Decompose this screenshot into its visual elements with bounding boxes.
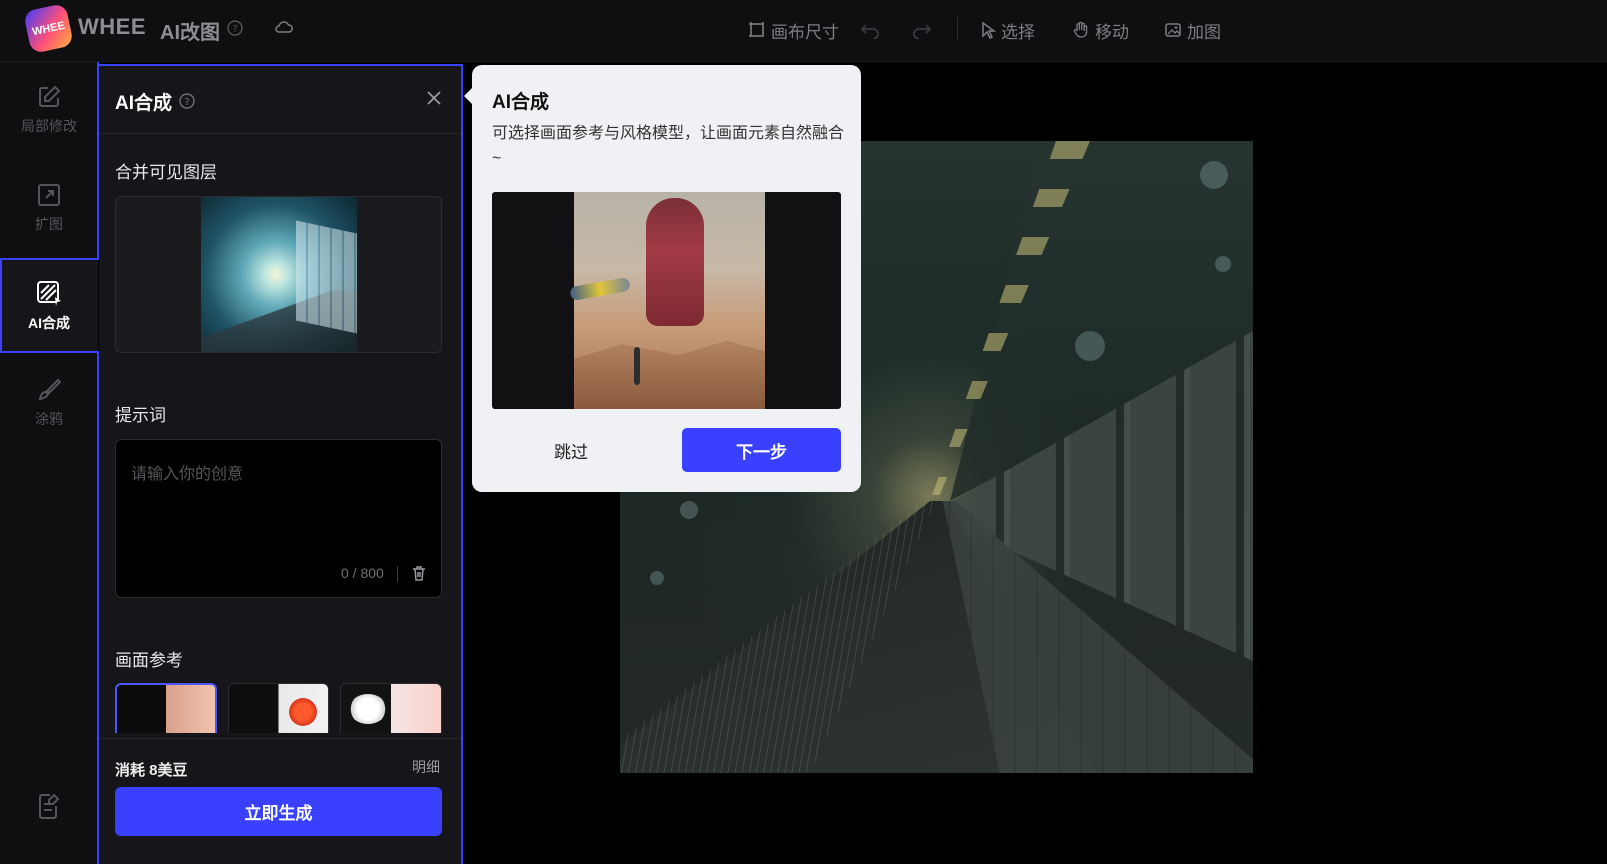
close-icon[interactable]: [425, 89, 443, 112]
demo-person: [634, 347, 640, 385]
dust-particle: [650, 571, 664, 585]
dust-particle: [680, 501, 698, 519]
redo-button[interactable]: [912, 16, 932, 44]
rail-item-local-edit[interactable]: 局部修改: [0, 84, 98, 154]
select-tool-button[interactable]: 选择: [980, 16, 1035, 44]
popover-arrow: [464, 88, 472, 104]
undo-button[interactable]: [860, 16, 880, 44]
demo-artwork: [569, 192, 765, 409]
reference-thumbnail[interactable]: [227, 683, 330, 733]
popover-demo-image: [492, 192, 841, 409]
rail-active-highlight: [0, 258, 98, 353]
generate-button[interactable]: 立即生成: [115, 787, 442, 836]
detail-link[interactable]: 明细: [412, 757, 440, 777]
merged-layer-preview: [115, 196, 442, 353]
onboarding-popover: AI合成 可选择画面参考与风格模型，让画面元素自然融合~ 跳过 下一步: [472, 65, 861, 492]
popover-title: AI合成: [492, 92, 550, 113]
toolbar-divider: [957, 17, 958, 41]
move-tool-button[interactable]: 移动: [1072, 16, 1129, 44]
merge-layers-label: 合并可见图层: [115, 163, 217, 182]
panel-header: AI合成 ?: [99, 66, 461, 134]
prompt-divider: [397, 566, 398, 582]
reference-thumbnail[interactable]: [340, 683, 442, 733]
edit-icon: [39, 85, 61, 107]
rail-label-expand: 扩图: [35, 216, 63, 232]
add-image-icon: [1165, 23, 1181, 37]
add-image-label: 加图: [1187, 22, 1221, 42]
canvas-size-label: 画布尺寸: [771, 22, 839, 42]
dust-particle: [1215, 256, 1231, 272]
demo-spaceship: [569, 276, 631, 302]
svg-text:?: ?: [232, 24, 237, 35]
canvas-size-button[interactable]: 画布尺寸: [748, 16, 839, 44]
next-step-button[interactable]: 下一步: [682, 428, 841, 472]
prompt-char-count: 0 / 800: [341, 565, 384, 581]
select-label: 选择: [1001, 22, 1035, 42]
rail-item-expand[interactable]: 扩图: [0, 182, 98, 252]
trash-icon[interactable]: [410, 564, 428, 587]
rail-label-doodle: 涂鸦: [35, 411, 63, 427]
add-image-button[interactable]: 加图: [1164, 16, 1221, 44]
move-label: 移动: [1095, 22, 1129, 42]
skip-button[interactable]: 跳过: [492, 428, 650, 472]
hand-icon: [1073, 21, 1088, 38]
popover-description: 可选择画面参考与风格模型，让画面元素自然融合~: [492, 125, 845, 167]
prompt-input[interactable]: 请输入你的创意 0 / 800: [115, 439, 442, 598]
ai-compose-panel: AI合成 ? 合并可见图层 提示词 请输入你的创意 0 / 800 画面参考 消…: [99, 64, 463, 864]
rail-label-local-edit: 局部修改: [21, 118, 77, 134]
app-logo[interactable]: WHEE: [22, 2, 75, 55]
cursor-icon: [982, 21, 996, 39]
undo-icon: [860, 24, 879, 39]
demo-rocks: [574, 340, 765, 409]
reference-thumbnail[interactable]: [115, 683, 217, 733]
prompt-placeholder: 请输入你的创意: [131, 466, 244, 483]
left-rail: 局部修改 扩图 AI合成 涂鸦: [0, 62, 98, 864]
cloud-icon[interactable]: [274, 19, 294, 40]
canvas-size-icon: [749, 22, 764, 37]
prompt-label: 提示词: [115, 406, 166, 425]
reference-label: 画面参考: [115, 651, 183, 670]
panel-footer: 消耗 8美豆 明细 立即生成: [99, 738, 461, 864]
expand-icon: [38, 184, 60, 206]
logo-text: WHEE: [31, 19, 66, 38]
help-icon[interactable]: ?: [179, 93, 195, 114]
dust-particle: [1075, 331, 1105, 361]
brand-name: WHEE: [78, 14, 146, 39]
demo-figure: [646, 198, 704, 326]
dust-particle: [1200, 161, 1228, 189]
app-title: AI改图: [160, 22, 220, 44]
cost-label: 消耗 8美豆: [115, 762, 188, 779]
redo-icon: [913, 24, 932, 39]
reference-list: [115, 683, 442, 733]
top-bar: WHEE WHEE AI改图 ? 画布尺寸 选择 移动 加图: [0, 0, 1607, 62]
brush-icon: [38, 378, 62, 401]
rail-item-doodle[interactable]: 涂鸦: [0, 377, 98, 447]
svg-text:?: ?: [184, 97, 189, 108]
layer-thumbnail: [201, 197, 357, 352]
panel-title: AI合成: [115, 93, 173, 114]
rail-notes-button[interactable]: [0, 792, 98, 822]
help-icon[interactable]: ?: [227, 20, 243, 41]
notes-icon: [39, 793, 60, 819]
